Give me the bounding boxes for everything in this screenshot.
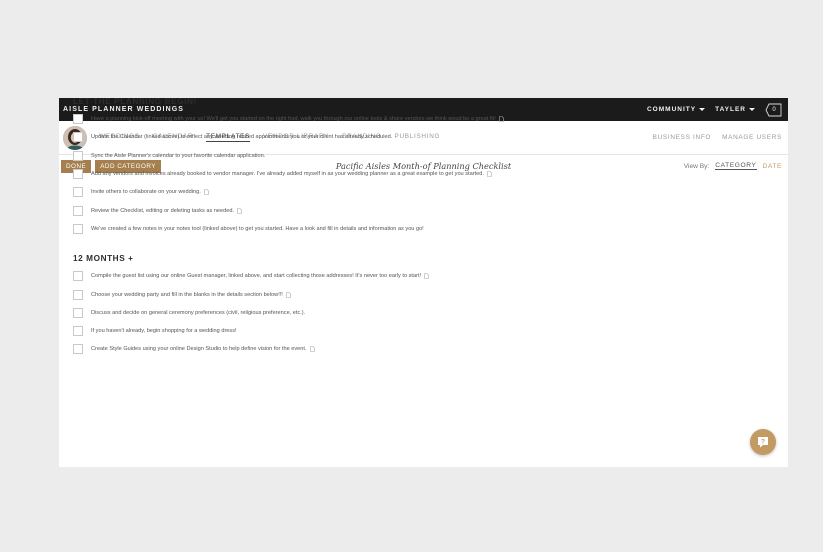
task-item: Add any vendors and invoices already boo… bbox=[73, 165, 803, 183]
task-item: Discuss and decide on general ceremony p… bbox=[73, 304, 803, 322]
task-text[interactable]: Review the Checklist, editing or deletin… bbox=[91, 208, 234, 214]
document-note-icon[interactable] bbox=[237, 207, 242, 214]
task-text[interactable]: If you haven't already, begin shopping f… bbox=[91, 328, 237, 334]
checklist-section: 12 MONTHS + Compile the guest list using… bbox=[73, 254, 803, 358]
task-text[interactable]: Update the Calendar (linked above) to re… bbox=[91, 134, 392, 140]
task-checkbox[interactable] bbox=[73, 150, 83, 161]
task-item: Invite others to collaborate on your wed… bbox=[73, 183, 803, 201]
task-checkbox[interactable] bbox=[73, 307, 83, 318]
task-checkbox[interactable] bbox=[73, 114, 83, 125]
task-item: Update the Calendar (linked above) to re… bbox=[73, 128, 803, 146]
task-text[interactable]: Have a planning kick-off meeting with yo… bbox=[91, 116, 496, 122]
document-note-icon[interactable] bbox=[309, 346, 315, 353]
task-item: Create Style Guides using your online De… bbox=[73, 340, 803, 358]
task-item: Compile the guest list using our online … bbox=[73, 267, 803, 285]
task-text[interactable]: Compile the guest list using our online … bbox=[91, 273, 421, 279]
task-item: We've created a few notes in your notes … bbox=[73, 220, 803, 238]
task-item: Have a planning kick-off meeting with yo… bbox=[73, 110, 803, 128]
section-title: 12 MONTHS + bbox=[73, 254, 134, 264]
task-checkbox[interactable] bbox=[73, 187, 83, 198]
document-note-icon[interactable] bbox=[286, 291, 291, 298]
task-checkbox[interactable] bbox=[73, 344, 83, 355]
svg-text:?: ? bbox=[761, 439, 765, 446]
task-text[interactable]: Invite others to collaborate on your wed… bbox=[91, 189, 201, 195]
task-item: If you haven't already, begin shopping f… bbox=[73, 322, 803, 340]
task-text[interactable]: Sync the Aisle Planner's calendar to you… bbox=[91, 153, 265, 159]
section-title: LET THE PLANNING BEGIN! bbox=[73, 97, 197, 106]
checklist: LET THE PLANNING BEGIN! Have a planning … bbox=[73, 97, 803, 359]
task-item: Review the Checklist, editing or deletin… bbox=[73, 201, 803, 219]
task-text[interactable]: Add any vendors and invoices already boo… bbox=[91, 171, 484, 177]
document-note-icon[interactable] bbox=[498, 116, 504, 122]
task-checkbox[interactable] bbox=[73, 326, 83, 337]
chat-question-icon: ? bbox=[758, 437, 768, 448]
help-chat-button[interactable]: ? bbox=[750, 429, 776, 455]
task-checkbox[interactable] bbox=[73, 223, 83, 234]
document-note-icon[interactable] bbox=[203, 189, 209, 196]
task-text[interactable]: Create Style Guides using your online De… bbox=[91, 346, 307, 352]
task-item: Choose your wedding party and fill in th… bbox=[73, 285, 803, 303]
task-checkbox[interactable] bbox=[73, 205, 83, 216]
task-checkbox[interactable] bbox=[73, 132, 83, 143]
document-note-icon[interactable] bbox=[424, 273, 429, 280]
task-checkbox[interactable] bbox=[73, 169, 83, 180]
document-note-icon[interactable] bbox=[487, 171, 492, 177]
task-item: Sync the Aisle Planner's calendar to you… bbox=[73, 147, 803, 165]
checklist-section: LET THE PLANNING BEGIN! Have a planning … bbox=[73, 97, 803, 238]
task-text[interactable]: Choose your wedding party and fill in th… bbox=[91, 292, 283, 298]
task-text[interactable]: Discuss and decide on general ceremony p… bbox=[91, 310, 305, 316]
task-checkbox[interactable] bbox=[73, 271, 83, 282]
task-checkbox[interactable] bbox=[73, 289, 83, 300]
task-text[interactable]: We've created a few notes in your notes … bbox=[91, 226, 424, 232]
